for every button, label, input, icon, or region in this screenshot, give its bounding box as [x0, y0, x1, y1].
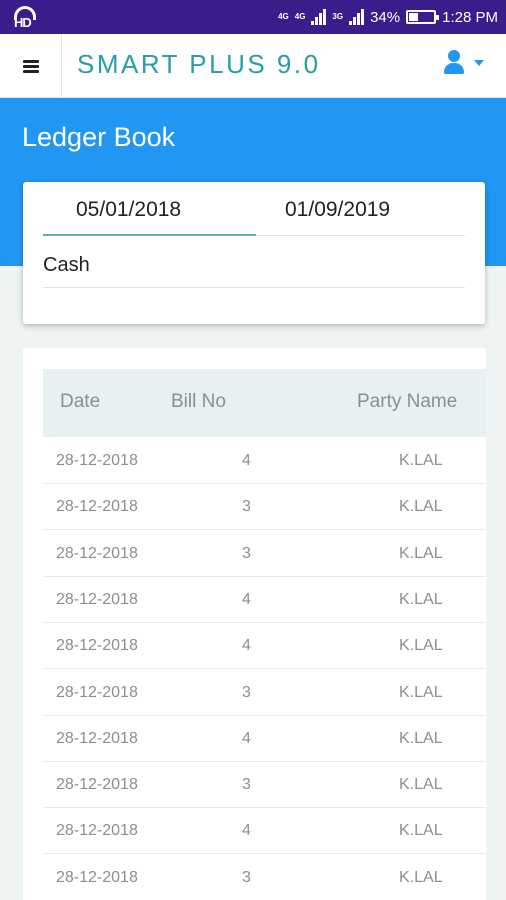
- menu-button[interactable]: [0, 34, 62, 98]
- table-header: Date Bill No Party Name: [43, 369, 486, 437]
- table-row[interactable]: 28-12-2018 4 K.LAL: [43, 808, 486, 855]
- network-type-2: 3G: [332, 12, 344, 21]
- column-header-party-name[interactable]: Party Name: [357, 391, 457, 413]
- table-row[interactable]: 28-12-2018 3 K.LAL: [43, 484, 486, 531]
- battery-percent: 34%: [370, 8, 401, 26]
- table-row[interactable]: 28-12-2018 4 K.LAL: [43, 623, 486, 670]
- column-header-date[interactable]: Date: [60, 391, 100, 413]
- cell-party-name: K.LAL: [399, 683, 443, 701]
- cell-date: 28-12-2018: [56, 822, 138, 840]
- app-title: SMART PLUS 9.0: [77, 49, 321, 79]
- user-icon: [442, 50, 466, 78]
- table-row[interactable]: 28-12-2018 3 K.LAL: [43, 531, 486, 577]
- volte-label: 4G: [278, 12, 289, 21]
- cell-bill-no: 3: [242, 544, 251, 562]
- cell-bill-no: 4: [242, 590, 251, 608]
- status-icons: 4G 4G 3G 34% 1:28 PM: [278, 0, 498, 34]
- hd-icon: HD: [12, 6, 40, 30]
- caret-down-icon: [474, 60, 484, 66]
- filter-card: 05/01/2018 01/09/2019 Cash: [23, 182, 485, 324]
- network-type-1: 4G: [294, 12, 306, 21]
- clock: 1:28 PM: [442, 8, 498, 26]
- cell-party-name: K.LAL: [399, 637, 443, 655]
- cell-date: 28-12-2018: [56, 544, 138, 562]
- cell-date: 28-12-2018: [56, 729, 138, 747]
- cell-bill-no: 4: [242, 452, 251, 469]
- cell-bill-no: 4: [242, 637, 251, 655]
- cell-date: 28-12-2018: [56, 590, 138, 608]
- cell-party-name: K.LAL: [399, 498, 443, 516]
- cell-bill-no: 3: [242, 683, 251, 701]
- app-bar: SMART PLUS 9.0: [0, 34, 506, 98]
- table-row[interactable]: 28-12-2018 3 K.LAL: [43, 762, 486, 809]
- table-row[interactable]: 28-12-2018 3 K.LAL: [43, 855, 486, 900]
- cell-party-name: K.LAL: [399, 452, 443, 469]
- cell-bill-no: 4: [242, 729, 251, 747]
- table-row[interactable]: 28-12-2018 4 K.LAL: [43, 577, 486, 623]
- cell-date: 28-12-2018: [56, 452, 138, 469]
- cell-bill-no: 3: [242, 498, 251, 516]
- hamburger-menu-icon: [22, 59, 39, 73]
- hd-label: HD: [14, 15, 32, 30]
- cell-date: 28-12-2018: [56, 776, 138, 794]
- cell-bill-no: 3: [242, 776, 251, 794]
- battery-icon: [406, 10, 440, 24]
- to-date-input[interactable]: 01/09/2019: [256, 196, 465, 236]
- from-date-input[interactable]: 05/01/2018: [43, 196, 256, 236]
- table-row[interactable]: 28-12-2018 4 K.LAL: [43, 438, 486, 484]
- account-select[interactable]: Cash: [43, 250, 465, 288]
- table-row[interactable]: 28-12-2018 4 K.LAL: [43, 716, 486, 762]
- cell-party-name: K.LAL: [399, 776, 443, 794]
- user-menu-button[interactable]: [432, 48, 492, 84]
- table-row[interactable]: 28-12-2018 3 K.LAL: [43, 670, 486, 716]
- cell-party-name: K.LAL: [399, 729, 443, 747]
- cell-date: 28-12-2018: [56, 683, 138, 701]
- page-title: Ledger Book: [22, 122, 176, 152]
- cell-date: 28-12-2018: [56, 868, 138, 886]
- cell-party-name: K.LAL: [399, 868, 443, 886]
- ledger-table: Date Bill No Party Name 28-12-2018 4 K.LAL…: [23, 348, 486, 900]
- cell-bill-no: 4: [242, 822, 251, 840]
- cell-party-name: K.LAL: [399, 822, 443, 840]
- cell-party-name: K.LAL: [399, 590, 443, 608]
- cell-party-name: K.LAL: [399, 544, 443, 562]
- signal-2-icon: [349, 9, 365, 25]
- cell-bill-no: 3: [242, 868, 251, 886]
- signal-1-icon: [311, 9, 327, 25]
- cell-date: 28-12-2018: [56, 637, 138, 655]
- column-header-bill-no[interactable]: Bill No: [171, 391, 226, 413]
- status-bar: HD 4G 4G 3G 34% 1:28 PM: [0, 0, 506, 34]
- cell-date: 28-12-2018: [56, 498, 138, 516]
- battery-fill: [409, 13, 418, 21]
